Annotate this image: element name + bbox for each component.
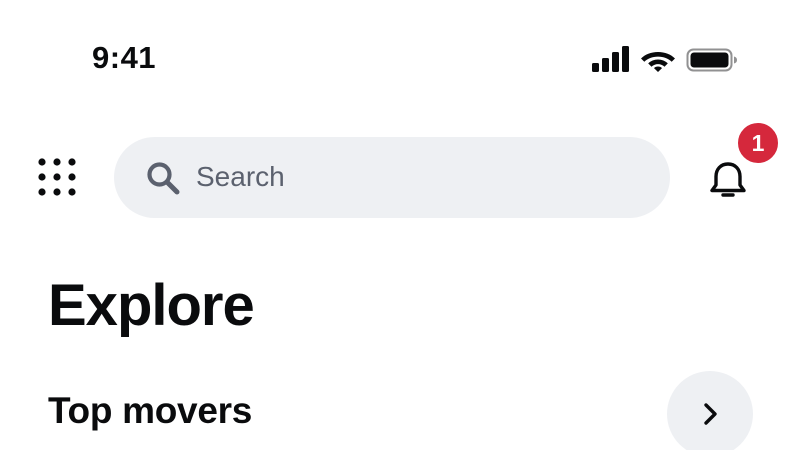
- signal-icon: [592, 46, 629, 72]
- search-icon: [147, 162, 180, 195]
- notification-badge: 1: [735, 120, 781, 166]
- search-input[interactable]: Search: [114, 137, 670, 218]
- chevron-right-icon: [704, 403, 717, 425]
- status-bar: 9:41: [0, 0, 800, 110]
- wifi-icon: [641, 52, 675, 72]
- section-title-top-movers: Top movers: [48, 390, 252, 431]
- page-title: Explore: [48, 273, 255, 338]
- grid-menu-button[interactable]: [37, 157, 77, 197]
- battery-icon: [686, 48, 737, 72]
- status-time: 9:41: [92, 40, 157, 75]
- explore-screen: 9:41 Search 1 Explore Top movers: [0, 0, 800, 450]
- bell-icon: [710, 162, 746, 197]
- top-movers-see-all-button[interactable]: [667, 371, 753, 450]
- grid-icon: [38, 158, 76, 196]
- search-placeholder: Search: [196, 161, 285, 192]
